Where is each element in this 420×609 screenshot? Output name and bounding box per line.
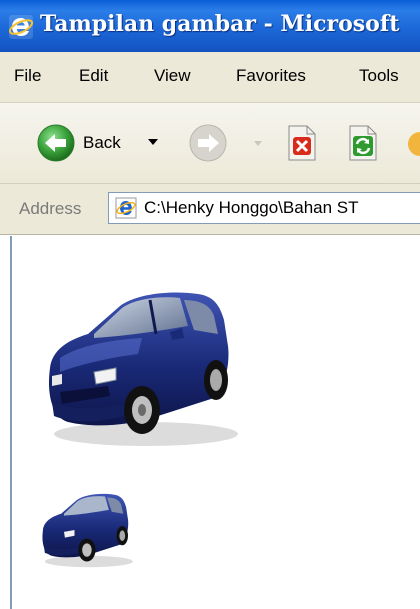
forward-dropdown-arrow-icon[interactable] bbox=[254, 141, 262, 147]
stop-icon[interactable] bbox=[285, 125, 319, 161]
window-title: Tampilan gambar - Microsoft bbox=[40, 11, 400, 37]
menu-tools[interactable]: Tools bbox=[359, 66, 399, 86]
back-label: Back bbox=[83, 133, 121, 152]
small-car-image bbox=[42, 493, 133, 568]
home-icon[interactable] bbox=[406, 129, 420, 159]
menu-bar: File Edit View Favorites Tools bbox=[0, 52, 420, 103]
address-value: C:\Henky Honggo\Bahan ST bbox=[144, 198, 359, 217]
dropdown-arrow-icon[interactable] bbox=[148, 139, 158, 147]
menu-edit[interactable]: Edit bbox=[79, 66, 108, 86]
toolbar: Back bbox=[0, 103, 420, 184]
address-input[interactable]: C:\Henky Honggo\Bahan ST bbox=[108, 192, 420, 224]
address-label: Address bbox=[19, 199, 82, 218]
address-bar: Address C:\Henky Honggo\Bahan ST bbox=[0, 184, 420, 235]
page-icon bbox=[115, 197, 137, 219]
large-car-image bbox=[48, 292, 238, 446]
menu-view[interactable]: View bbox=[154, 66, 191, 86]
browser-window: Tampilan gambar - Microsoft File Edit Vi… bbox=[0, 0, 420, 609]
internet-explorer-icon bbox=[8, 15, 34, 39]
back-arrow-icon bbox=[37, 124, 75, 162]
menu-file[interactable]: File bbox=[14, 66, 41, 86]
refresh-icon[interactable] bbox=[346, 125, 380, 161]
page-content bbox=[10, 236, 420, 609]
forward-arrow-icon[interactable] bbox=[188, 123, 228, 163]
menu-favorites[interactable]: Favorites bbox=[236, 66, 306, 86]
title-bar[interactable]: Tampilan gambar - Microsoft bbox=[0, 0, 420, 52]
